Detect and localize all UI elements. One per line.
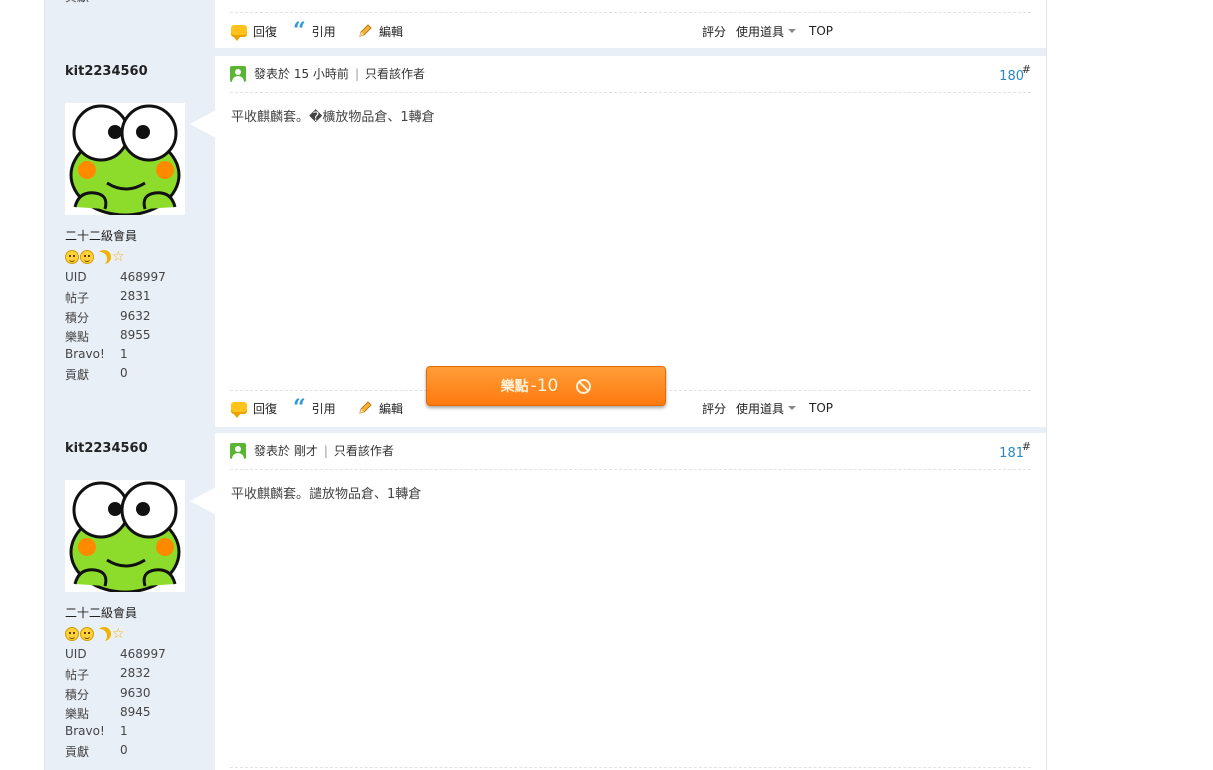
post-message: 平收麒麟套。譴放物品倉、1轉倉 [231,487,422,502]
post-actions: 回復 “引用 編輯 評分 使用道具 TOP [215,19,1046,43]
floor-number[interactable]: 181 [999,446,1024,461]
rate-button[interactable]: 評分 [702,19,726,43]
edit-button[interactable]: 編輯 [357,19,403,43]
floor-hash: # [1021,63,1031,76]
stat-row: Bravo! 1 [65,724,128,739]
tools-dropdown[interactable]: 使用道具 [736,19,797,43]
member-rank: 二十二級會員 [65,606,138,620]
posted-time: 剛才 [293,444,318,458]
author-profile: kit2234560 二十二級會員 ☆ UID 468997 [65,64,215,382]
pencil-icon [359,401,372,414]
sun-icon [80,250,94,264]
stat-label: 貢獻 [65,0,120,7]
frog-avatar-icon [69,104,181,217]
author-name[interactable]: kit2234560 [65,441,215,456]
post-meta: 發表於 剛才 | 只看該作者 [254,444,394,458]
floor-hash: # [1021,440,1031,453]
pencil-icon [359,24,372,37]
star-icon: ☆ [112,249,125,265]
stat-row: 貢獻 0 [65,743,128,760]
avatar-pointer [190,110,216,138]
author-only-link[interactable]: 只看該作者 [334,444,394,458]
posted-label: 發表於 [254,67,291,81]
post-header: 發表於 剛才 | 只看該作者 181 # [215,433,1046,469]
sun-icon [80,627,94,641]
stat-row: Bravo! 1 [65,347,128,362]
quote-button[interactable]: “引用 [293,396,336,420]
stat-row: 樂點 8955 [65,327,151,344]
toast-value: -10 [530,376,559,396]
star-icon: ☆ [112,626,125,642]
user-online-icon [230,443,246,459]
member-stats: UID 468997 帖子 2832 積分 9630 樂點 8945 Bravo! 1 貢… [65,647,195,763]
stat-row: 貢獻 0 [65,366,128,383]
chevron-down-icon [788,406,797,410]
reply-icon [231,25,247,41]
quote-icon: “ [293,18,306,44]
user-online-icon [230,66,246,82]
prev-post-content: 回復 “引用 編輯 評分 使用道具 TOP [215,0,1046,48]
stat-row: 帖子 2832 [65,666,151,683]
author-profile: kit2234560 二十二級會員 ☆ UID 468997 [65,441,215,759]
edit-button[interactable]: 編輯 [357,396,403,420]
moon-icon [97,627,111,641]
toast-label: 樂點 [500,379,529,395]
tools-dropdown[interactable]: 使用道具 [736,396,797,420]
post-meta: 發表於 15 小時前 | 只看該作者 [254,67,425,81]
avatar-pointer [190,487,216,515]
points-toast: 樂點 -10 [426,366,666,406]
sun-icon [65,627,79,641]
post-message: 平收麒麟套。�櫎放物品倉、1轉倉 [231,110,435,125]
author-name[interactable]: kit2234560 [65,64,215,79]
ban-icon [576,378,592,394]
reply-icon [231,402,247,418]
stat-row: 帖子 2831 [65,289,151,306]
sun-icon [65,250,79,264]
posted-label: 發表於 [254,444,291,458]
moon-icon [97,250,111,264]
floor-number[interactable]: 180 [999,69,1024,84]
rank-stars: ☆ [65,250,125,266]
top-link[interactable]: TOP [809,396,833,420]
rank-stars: ☆ [65,627,125,643]
reply-button[interactable]: 回復 [231,396,277,420]
stat-value: 0 [120,0,128,7]
chevron-down-icon [788,29,797,33]
stat-row: 積分 9630 [65,685,151,702]
quote-icon: “ [293,395,306,421]
stat-row: 樂點 8945 [65,704,151,721]
member-rank: 二十二級會員 [65,229,138,243]
rate-button[interactable]: 評分 [702,396,726,420]
top-link[interactable]: TOP [809,19,833,43]
author-only-link[interactable]: 只看該作者 [365,67,425,81]
avatar[interactable] [65,480,185,594]
member-stats: UID 468997 帖子 2831 積分 9632 樂點 8955 Bravo! 1 貢… [65,270,195,386]
frog-avatar-icon [69,481,181,594]
prev-author-stat: 貢獻0 [65,0,195,7]
posted-time: 15 小時前 [293,67,349,81]
stat-row: 積分 9632 [65,308,151,325]
post-181: 發表於 剛才 | 只看該作者 181 # 平收麒麟套。譴放物品倉、1轉倉 [215,433,1046,770]
quote-button[interactable]: “引用 [293,19,336,43]
stat-row: UID 468997 [65,647,166,661]
avatar[interactable] [65,103,185,217]
post-header: 發表於 15 小時前 | 只看該作者 180 # [215,56,1046,92]
reply-button[interactable]: 回復 [231,19,277,43]
stat-row: UID 468997 [65,270,166,284]
